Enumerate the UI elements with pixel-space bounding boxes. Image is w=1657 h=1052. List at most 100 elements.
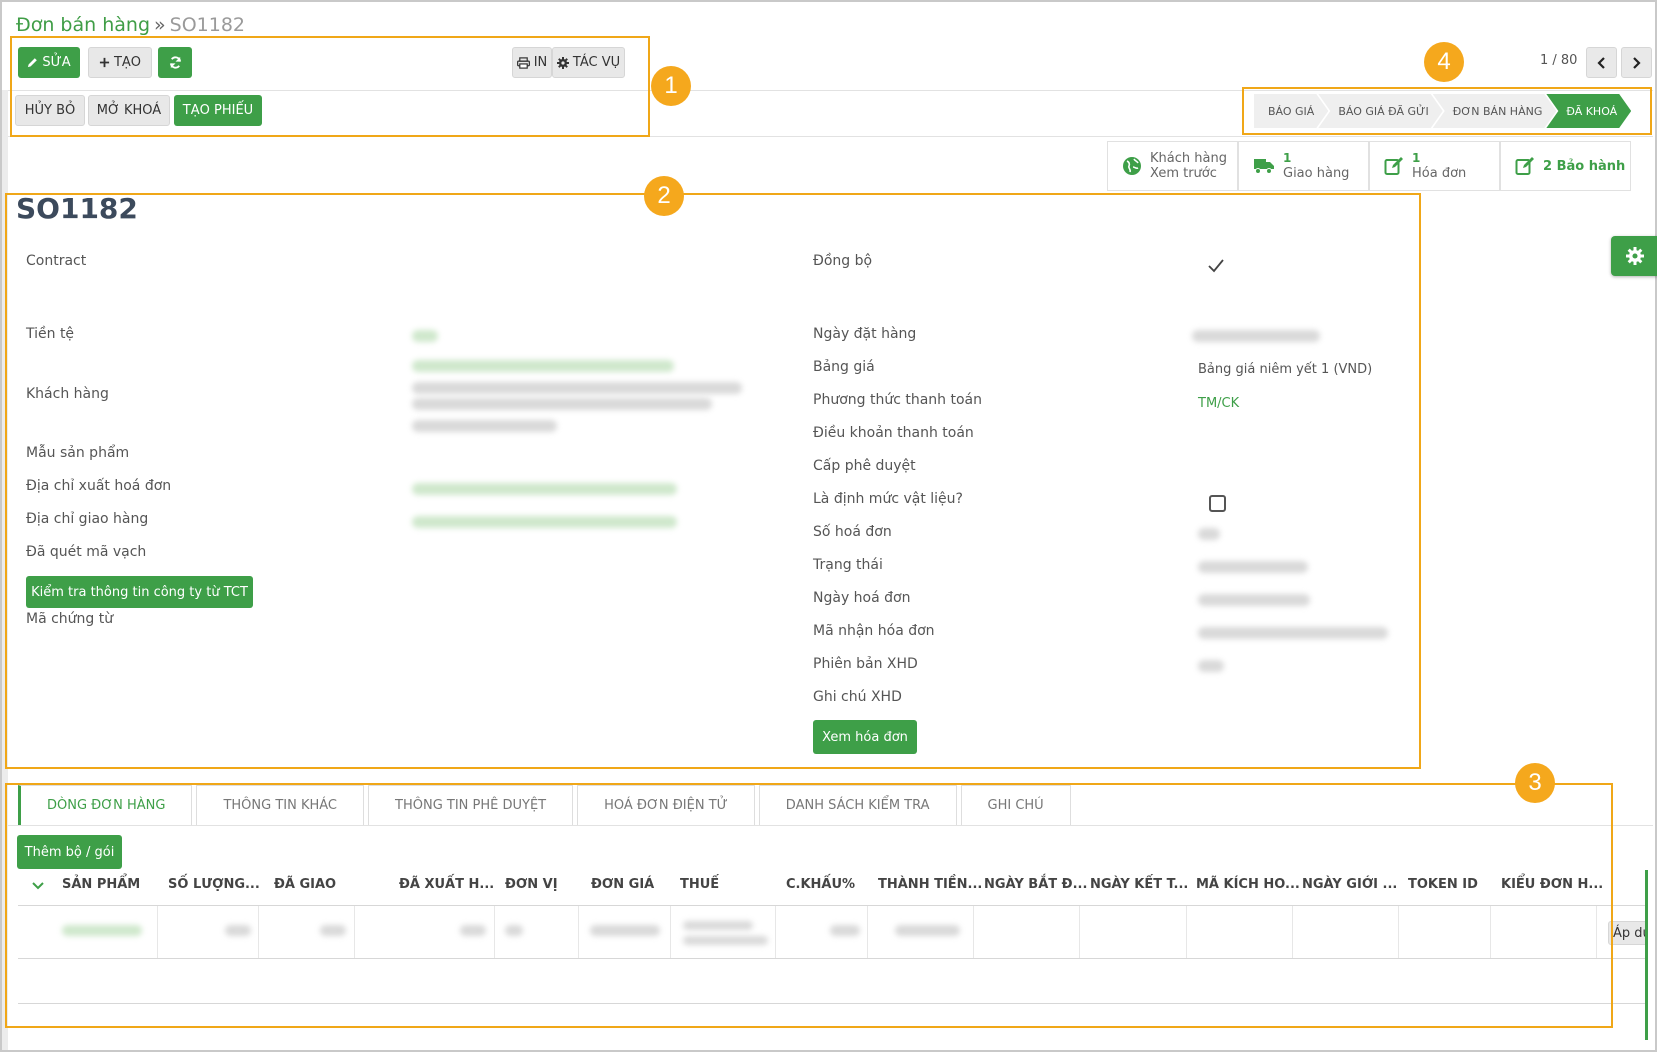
customer-address-line2-redacted — [412, 398, 712, 410]
pricelist-label: Bảng giá — [813, 359, 875, 375]
annotation-number-4: 4 — [1424, 42, 1464, 82]
column-header-activation-code[interactable]: MÃ KÍCH HO... — [1196, 877, 1300, 892]
cell-unit-redacted — [505, 925, 523, 936]
cancel-button[interactable]: HỦY BỎ — [15, 95, 85, 126]
column-header-discount[interactable]: C.KHẤU% — [786, 877, 855, 892]
column-header-tax[interactable]: THUẾ — [680, 877, 719, 892]
status-step-locked[interactable]: ĐÃ KHOÁ — [1546, 94, 1631, 128]
create-ticket-button-label: TẠO PHIẾU — [182, 103, 254, 118]
column-header-start-date[interactable]: NGÀY BẮT Đ... — [984, 877, 1087, 892]
column-header-referral-date[interactable]: NGÀY GIỚI ... — [1302, 877, 1397, 892]
create-button[interactable]: TẠO — [88, 47, 152, 78]
horizontal-scroll-indicator[interactable] — [1645, 870, 1648, 1040]
cell-invoiced-redacted — [460, 925, 486, 936]
add-bundle-button[interactable]: Thêm bộ / gói — [17, 835, 122, 869]
unlock-button-label: MỞ KHOÁ — [96, 103, 162, 118]
apply-button[interactable]: Áp dụ — [1608, 921, 1648, 945]
warranty-label: 2 Bảo hành — [1543, 158, 1626, 174]
breadcrumb-separator: » — [154, 14, 166, 36]
status-bar: BÁO GIÁ BÁO GIÁ ĐÃ GỬI ĐƠN BÁN HÀNG ĐÃ K… — [1254, 94, 1621, 128]
tab-notes[interactable]: GHI CHÚ — [960, 785, 1071, 825]
column-separator — [867, 906, 868, 958]
order-date-label: Ngày đặt hàng — [813, 326, 917, 342]
tab-approval-info[interactable]: THÔNG TIN PHÊ DUYỆT — [368, 785, 574, 825]
tab-other-info[interactable]: THÔNG TIN KHÁC — [196, 785, 365, 825]
material-norm-checkbox[interactable] — [1209, 495, 1226, 512]
breadcrumb-parent-link[interactable]: Đơn bán hàng — [16, 14, 150, 36]
create-button-label: TẠO — [113, 55, 142, 70]
chevron-left-icon — [1597, 56, 1606, 69]
tabs-divider — [8, 825, 1653, 826]
cell-quantity-redacted — [225, 925, 251, 936]
invoice-address-value-redacted[interactable] — [412, 483, 677, 495]
table-row-divider — [18, 958, 1648, 959]
annotation-number-2: 2 — [644, 176, 684, 216]
sync-label: Đồng bộ — [813, 253, 873, 269]
chevron-down-icon[interactable] — [32, 882, 44, 890]
settings-gear-button[interactable] — [1611, 236, 1657, 276]
delivery-address-label: Địa chỉ giao hàng — [26, 511, 149, 527]
breadcrumb-current: SO1182 — [169, 14, 246, 36]
column-header-delivered[interactable]: ĐÃ GIAO — [274, 877, 336, 892]
customer-name-redacted[interactable] — [412, 360, 674, 372]
tab-checklist[interactable]: DANH SÁCH KIỂM TRA — [758, 785, 957, 825]
unlock-button[interactable]: MỞ KHOÁ — [88, 95, 170, 126]
status-step-quotation-sent[interactable]: BÁO GIÁ ĐÃ GỬI — [1318, 94, 1442, 128]
action-button-label: TÁC VỤ — [572, 55, 621, 70]
pricelist-value[interactable]: Bảng giá niêm yết 1 (VND) — [1198, 362, 1372, 377]
action-button[interactable]: TÁC VỤ — [552, 47, 625, 78]
delivery-button[interactable]: 1 Giao hàng — [1238, 141, 1369, 191]
payment-method-value[interactable]: TM/CK — [1198, 396, 1239, 411]
payment-method-label: Phương thức thanh toán — [813, 392, 982, 408]
column-header-quantity[interactable]: SỐ LƯỢNG... — [168, 877, 260, 892]
left-edge-scrollbar — [2, 90, 8, 1050]
refresh-button[interactable] — [158, 47, 192, 78]
edit-button[interactable]: SỬA — [18, 47, 80, 78]
pager-prev-button[interactable] — [1586, 47, 1617, 78]
invoice-button[interactable]: 1 Hóa đơn — [1369, 141, 1500, 191]
column-header-token-id[interactable]: TOKEN ID — [1408, 877, 1478, 892]
column-header-unit[interactable]: ĐƠN VỊ — [505, 877, 558, 892]
pager-next-button[interactable] — [1621, 47, 1652, 78]
delivery-address-value-redacted[interactable] — [412, 516, 677, 528]
column-header-subtotal[interactable]: THÀNH TIỀN... — [878, 877, 982, 892]
delivery-label: Giao hàng — [1283, 166, 1350, 181]
column-separator — [670, 906, 671, 958]
edit-doc-icon — [1515, 156, 1535, 176]
document-code-label: Mã chứng từ — [26, 611, 114, 627]
annotation-number-3: 3 — [1515, 763, 1555, 803]
header-divider — [8, 136, 1653, 137]
currency-label: Tiền tệ — [26, 326, 75, 342]
toolbar-divider — [8, 90, 1653, 91]
column-header-product[interactable]: SẢN PHẨM — [62, 877, 140, 892]
print-icon — [516, 56, 530, 69]
status-value-redacted — [1198, 561, 1308, 573]
customer-preview-button[interactable]: Khách hàng Xem trước — [1107, 141, 1238, 191]
column-separator — [494, 906, 495, 958]
check-company-button[interactable]: Kiểm tra thông tin công ty từ TCT — [26, 576, 253, 608]
column-header-end-date[interactable]: NGÀY KẾT T... — [1090, 877, 1188, 892]
customer-preview-line2: Xem trước — [1150, 166, 1217, 181]
column-separator — [973, 906, 974, 958]
view-invoice-button[interactable]: Xem hóa đơn — [813, 720, 917, 754]
tab-e-invoice[interactable]: HOÁ ĐƠN ĐIỆN TỬ — [577, 785, 755, 825]
create-ticket-button[interactable]: TẠO PHIẾU — [174, 95, 262, 126]
print-button[interactable]: IN — [512, 47, 552, 78]
column-header-invoiced[interactable]: ĐÃ XUẤT H... — [399, 877, 494, 892]
status-step-sales-order[interactable]: ĐƠN BÁN HÀNG — [1433, 94, 1557, 128]
xhd-version-value-redacted — [1198, 660, 1224, 672]
currency-value-redacted — [412, 330, 438, 342]
column-separator — [258, 906, 259, 958]
approval-level-label: Cấp phê duyệt — [813, 458, 916, 474]
gear-icon — [556, 56, 569, 69]
column-header-unit-price[interactable]: ĐƠN GIÁ — [591, 877, 654, 892]
cancel-button-label: HỦY BỎ — [24, 103, 76, 118]
status-step-quotation[interactable]: BÁO GIÁ — [1254, 94, 1328, 128]
column-separator — [1490, 906, 1491, 958]
column-header-order-type[interactable]: KIỂU ĐƠN H... — [1501, 877, 1603, 892]
warranty-button[interactable]: 2 Bảo hành — [1500, 141, 1631, 191]
invoice-receive-code-label: Mã nhận hóa đơn — [813, 623, 935, 639]
cell-tax-redacted — [683, 921, 753, 930]
tab-order-lines[interactable]: DÒNG ĐƠN HÀNG — [18, 785, 193, 825]
material-norm-label: Là định mức vật liệu? — [813, 491, 963, 507]
